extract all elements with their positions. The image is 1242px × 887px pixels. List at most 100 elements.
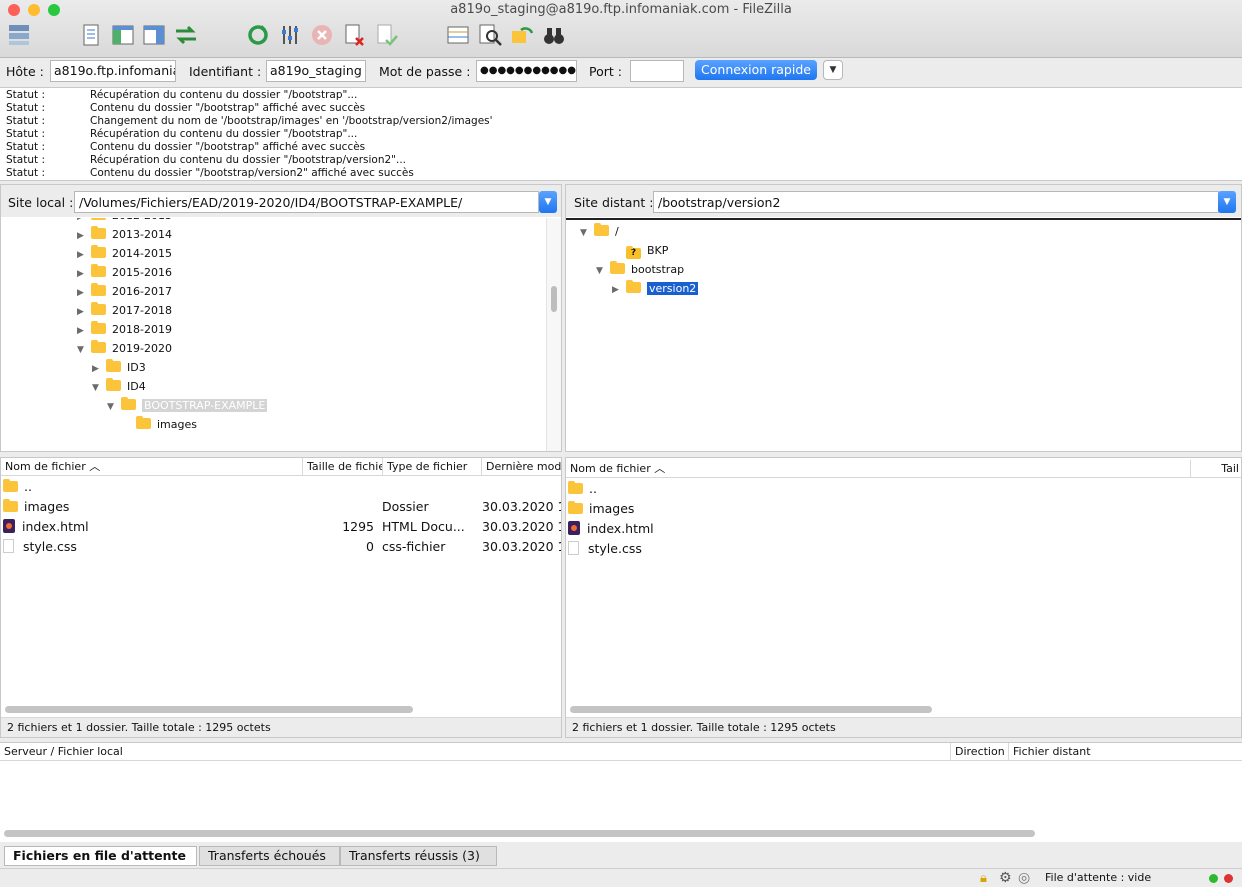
local-tree-scroll-thumb[interactable] bbox=[551, 286, 557, 312]
disconnect-icon[interactable] bbox=[341, 22, 367, 48]
folder-icon bbox=[3, 499, 18, 512]
local-file-row[interactable]: style.css 0 css-fichier 30.03.2020 1 bbox=[1, 537, 561, 557]
local-tree-node[interactable]: ▶ 2015-2016 bbox=[77, 263, 172, 282]
sort-ascending-icon: ︿ bbox=[654, 462, 666, 475]
local-file-name: .. bbox=[24, 479, 32, 494]
remote-tree-node[interactable]: ▶ version2 bbox=[612, 279, 699, 300]
queue-tabs: Fichiers en file d'attente Transferts éc… bbox=[0, 844, 1242, 868]
folder-icon bbox=[3, 479, 18, 492]
expand-arrow-icon[interactable]: ▼ bbox=[580, 224, 594, 243]
local-file-row[interactable]: index.html 1295 HTML Docu... 30.03.2020 1 bbox=[1, 517, 561, 537]
local-file-name: index.html bbox=[22, 519, 89, 534]
local-file-size: 1295 bbox=[342, 519, 374, 534]
username-input[interactable]: a819o_staging bbox=[266, 60, 366, 82]
local-tree-node[interactable]: ▶ 2013-2014 bbox=[77, 225, 172, 244]
search-icon[interactable] bbox=[477, 22, 503, 48]
local-col-name[interactable]: Nom de fichier ︿ bbox=[1, 458, 302, 476]
refresh-icon[interactable] bbox=[245, 22, 271, 48]
remote-tree: ▼ /? BKP ▼ bootstrap ▶ version2 bbox=[566, 218, 1241, 451]
upload-led-icon bbox=[1209, 874, 1218, 883]
sync-browse-icon[interactable] bbox=[509, 22, 535, 48]
tab-failed-transfers[interactable]: Transferts échoués bbox=[199, 846, 340, 866]
log-row: Statut : Contenu du dossier "/bootstrap" … bbox=[0, 102, 1242, 115]
remote-file-hscrollbar[interactable] bbox=[570, 706, 932, 713]
filter-icon[interactable] bbox=[277, 22, 303, 48]
local-tree-label: 2013-2014 bbox=[112, 228, 172, 241]
queue-col-server[interactable]: Serveur / Fichier local bbox=[0, 743, 950, 761]
remote-path-input[interactable]: /bootstrap/version2 bbox=[653, 191, 1219, 213]
local-tree-node[interactable]: ▼ 2019-2020 bbox=[77, 339, 172, 358]
log-message: Récupération du contenu du dossier "/boo… bbox=[90, 154, 407, 166]
gear-icon[interactable]: ⚙ bbox=[999, 870, 1012, 886]
local-tree-node[interactable]: ▶ 2016-2017 bbox=[77, 282, 172, 301]
remote-file-row[interactable]: style.css bbox=[566, 539, 1241, 559]
binoculars-icon[interactable] bbox=[541, 22, 567, 48]
local-tree-node[interactable]: ▼ ID4 bbox=[92, 377, 146, 396]
site-manager-icon[interactable] bbox=[6, 22, 32, 48]
queue-col-remote[interactable]: Fichier distant bbox=[1008, 743, 1190, 761]
log-key: Statut : bbox=[6, 115, 45, 127]
local-file-row[interactable]: .. bbox=[1, 477, 561, 497]
quickconnect-bar: Hôte : a819o.ftp.infomania Identifiant :… bbox=[0, 58, 1242, 86]
local-file-row[interactable]: images Dossier 30.03.2020 1 bbox=[1, 497, 561, 517]
remote-col-size[interactable]: Tail bbox=[1190, 460, 1241, 478]
lock-icon: 🔒︎ bbox=[980, 871, 987, 886]
remote-file-name: style.css bbox=[588, 541, 642, 556]
remote-tree-node[interactable]: ? BKP bbox=[612, 241, 668, 260]
expand-arrow-icon[interactable]: ▼ bbox=[107, 398, 121, 417]
expand-arrow-icon[interactable]: ▼ bbox=[77, 341, 91, 360]
queue-hscrollbar[interactable] bbox=[4, 830, 1035, 837]
remote-file-row[interactable]: .. bbox=[566, 479, 1241, 499]
tab-successful-transfers[interactable]: Transferts réussis (3) bbox=[340, 846, 497, 866]
local-tree-node[interactable]: ▶ 2014-2015 bbox=[77, 244, 172, 263]
cancel-operation-icon[interactable] bbox=[309, 22, 335, 48]
remote-file-row[interactable]: index.html bbox=[566, 519, 1241, 539]
local-path-dropdown-icon[interactable]: ▼ bbox=[539, 191, 557, 213]
expand-arrow-icon[interactable]: ▼ bbox=[596, 262, 610, 281]
queue-col-direction[interactable]: Direction bbox=[950, 743, 1008, 761]
quickconnect-button[interactable]: Connexion rapide bbox=[695, 60, 817, 80]
local-tree-node[interactable]: ▶ 2018-2019 bbox=[77, 320, 172, 339]
local-tree-label: 2017-2018 bbox=[112, 304, 172, 317]
local-status: 2 fichiers et 1 dossier. Taille totale :… bbox=[1, 717, 561, 737]
local-col-size[interactable]: Taille de fichie bbox=[302, 458, 382, 476]
unknown-folder-icon: ? bbox=[626, 246, 641, 259]
local-col-date[interactable]: Dernière modi bbox=[481, 458, 561, 476]
remote-file-row[interactable]: images bbox=[566, 499, 1241, 519]
remote-col-name[interactable]: Nom de fichier ︿ bbox=[566, 460, 1190, 478]
speed-limit-icon[interactable]: ◎ bbox=[1018, 870, 1030, 886]
tab-queued-files[interactable]: Fichiers en file d'attente bbox=[4, 846, 197, 866]
local-tree-node[interactable]: ▶ 2017-2018 bbox=[77, 301, 172, 320]
toggle-log-icon[interactable] bbox=[78, 22, 104, 48]
local-tree-node[interactable]: ▶2012-2013 bbox=[77, 218, 172, 225]
remote-path-dropdown-icon[interactable]: ▼ bbox=[1218, 191, 1236, 213]
local-tree-scrollbar[interactable] bbox=[546, 218, 561, 451]
directory-listing-icon[interactable] bbox=[445, 22, 471, 48]
toggle-local-tree-icon[interactable] bbox=[110, 22, 136, 48]
host-input[interactable]: a819o.ftp.infomania bbox=[50, 60, 176, 82]
password-input[interactable]: ●●●●●●●●●●●● bbox=[476, 60, 577, 82]
title-bar: a819o_staging@a819o.ftp.infomaniak.com -… bbox=[0, 0, 1242, 58]
toggle-queue-icon[interactable] bbox=[173, 22, 199, 48]
queue-status-text: File d'attente : vide bbox=[1045, 871, 1152, 884]
local-site-label: Site local : bbox=[8, 195, 74, 210]
remote-tree-node[interactable]: ▼ / bbox=[580, 222, 619, 241]
folder-icon bbox=[610, 261, 625, 274]
expand-arrow-icon[interactable]: ▶ bbox=[612, 281, 626, 300]
local-tree-node[interactable]: images bbox=[122, 415, 197, 434]
toggle-remote-tree-icon[interactable] bbox=[141, 22, 167, 48]
remote-tree-node[interactable]: ▼ bootstrap bbox=[596, 260, 684, 279]
local-file-hscrollbar[interactable] bbox=[5, 706, 413, 713]
remote-file-list: Nom de fichier ︿ Tail .. images index.html… bbox=[565, 457, 1242, 738]
folder-icon bbox=[121, 397, 136, 410]
reconnect-icon[interactable] bbox=[373, 22, 399, 48]
expand-arrow-icon[interactable]: ▼ bbox=[92, 379, 106, 398]
quickconnect-history-dropdown[interactable]: ▼ bbox=[823, 60, 843, 80]
local-tree-node[interactable]: ▶ ID3 bbox=[92, 358, 146, 377]
html-file-icon bbox=[568, 521, 580, 535]
local-tree-node[interactable]: ▼ BOOTSTRAP-EXAMPLE bbox=[107, 396, 268, 417]
port-input[interactable] bbox=[630, 60, 684, 82]
local-tree-label: 2015-2016 bbox=[112, 266, 172, 279]
local-col-type[interactable]: Type de fichier bbox=[382, 458, 481, 476]
local-path-input[interactable]: /Volumes/Fichiers/EAD/2019-2020/ID4/BOOT… bbox=[74, 191, 539, 213]
